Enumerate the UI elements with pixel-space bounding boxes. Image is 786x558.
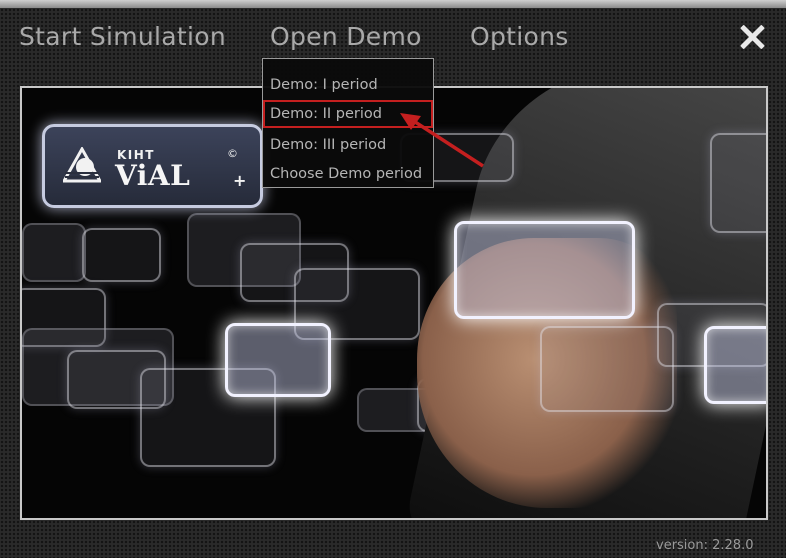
logo-vial-text: ViAL (115, 159, 191, 192)
deco-panel (22, 223, 86, 282)
deco-panel (710, 133, 766, 233)
deco-panel (225, 323, 331, 397)
options-menu[interactable]: Options (470, 22, 569, 51)
deco-panel (540, 326, 674, 412)
dropdown-item-demo-1[interactable]: Demo: I period (263, 71, 433, 99)
deco-panel (454, 221, 635, 319)
open-demo-menu[interactable]: Open Demo (270, 22, 422, 51)
start-simulation-menu[interactable]: Start Simulation (19, 22, 226, 51)
kiht-vial-logo: KIHT ViAL + © (42, 124, 263, 208)
logo-plus-text: + (233, 171, 247, 190)
triangle-sphere-logo-icon (63, 147, 101, 183)
deco-panel (82, 228, 161, 282)
deco-panel (704, 326, 766, 404)
close-icon[interactable] (739, 24, 765, 50)
version-label: version: 2.28.0 (656, 538, 754, 553)
red-arrow-icon (400, 113, 484, 168)
logo-copyright-text: © (227, 147, 238, 160)
window-top-band (0, 0, 786, 8)
